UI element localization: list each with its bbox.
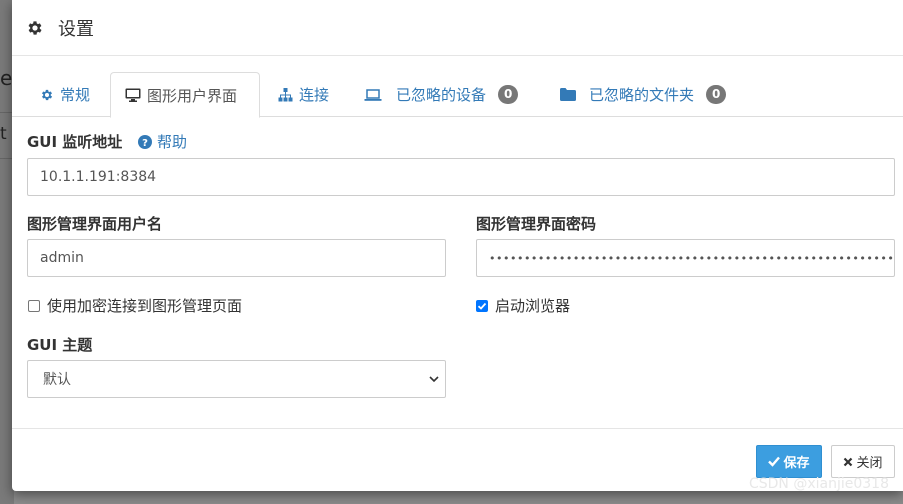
https-checkbox[interactable] bbox=[28, 299, 40, 312]
checkmark-icon bbox=[477, 302, 487, 310]
tab-label: 已忽略的设备 bbox=[396, 86, 487, 104]
username-input[interactable]: admin bbox=[27, 239, 446, 277]
close-button[interactable]: 关闭 bbox=[831, 445, 895, 478]
close-button-label: 关闭 bbox=[856, 456, 883, 471]
chevron-down-icon bbox=[429, 376, 439, 383]
dialog-title: 设置 bbox=[26, 15, 94, 41]
tab-label: 图形用户界面 bbox=[147, 86, 238, 105]
tab-connections[interactable]: 连接 bbox=[278, 72, 329, 117]
listen-address-input[interactable]: 10.1.1.191:8384 bbox=[27, 158, 895, 196]
dialog-title-text: 设置 bbox=[58, 19, 94, 40]
save-button-label: 保存 bbox=[783, 456, 810, 471]
question-circle-icon: ? bbox=[138, 134, 152, 149]
https-checkbox-label: 使用加密连接到图形管理页面 bbox=[47, 297, 243, 315]
folder-icon bbox=[560, 88, 576, 101]
tab-gui[interactable]: 图形用户界面 bbox=[110, 72, 260, 118]
username-label: 图形管理界面用户名 bbox=[27, 215, 163, 233]
help-link[interactable]: ? 帮助 bbox=[138, 131, 187, 152]
gear-icon bbox=[28, 21, 42, 35]
desktop-icon bbox=[125, 88, 141, 102]
listen-address-label: GUI 监听地址 bbox=[27, 133, 123, 151]
tab-general[interactable]: 常规 bbox=[40, 72, 90, 117]
settings-dialog: 设置 常规 图形用户界面 连接 已忽略的设备 0 已忽略的文件夹 0 GUI 监… bbox=[12, 0, 903, 491]
start-browser-checkbox-label: 启动浏览器 bbox=[495, 297, 571, 315]
tab-ignored-folders[interactable]: 已忽略的文件夹 0 bbox=[560, 72, 727, 117]
help-link-label: 帮助 bbox=[157, 133, 188, 151]
password-label: 图形管理界面密码 bbox=[476, 215, 597, 233]
save-button[interactable]: 保存 bbox=[756, 445, 822, 478]
network-icon bbox=[278, 87, 293, 101]
password-input[interactable]: ••••••••••••••••••••••••••••••••••••••••… bbox=[476, 239, 895, 277]
https-option: 使用加密连接到图形管理页面 bbox=[28, 295, 242, 316]
close-icon bbox=[844, 457, 853, 466]
gear-icon bbox=[41, 89, 53, 100]
dialog-header: 设置 bbox=[12, 0, 903, 56]
settings-tabs: 常规 图形用户界面 连接 已忽略的设备 0 已忽略的文件夹 0 bbox=[12, 72, 903, 118]
tab-ignored-devices[interactable]: 已忽略的设备 0 bbox=[364, 72, 519, 117]
tab-label: 常规 bbox=[60, 86, 91, 104]
ignored-folders-count-badge: 0 bbox=[706, 85, 727, 104]
svg-text:?: ? bbox=[142, 138, 148, 149]
check-icon bbox=[768, 456, 781, 467]
tab-label: 已忽略的文件夹 bbox=[589, 86, 695, 104]
theme-select-value: 默认 bbox=[43, 372, 71, 388]
background-text-fragment: t bbox=[0, 124, 7, 144]
start-browser-option: 启动浏览器 bbox=[476, 295, 570, 316]
laptop-icon bbox=[364, 88, 382, 101]
theme-label: GUI 主题 bbox=[27, 336, 93, 354]
ignored-devices-count-badge: 0 bbox=[498, 85, 519, 104]
theme-select[interactable]: 默认 bbox=[27, 360, 446, 398]
start-browser-checkbox[interactable] bbox=[476, 299, 488, 312]
tab-label: 连接 bbox=[299, 86, 330, 104]
watermark-text: CSDN @xianjie0318 bbox=[748, 476, 889, 492]
